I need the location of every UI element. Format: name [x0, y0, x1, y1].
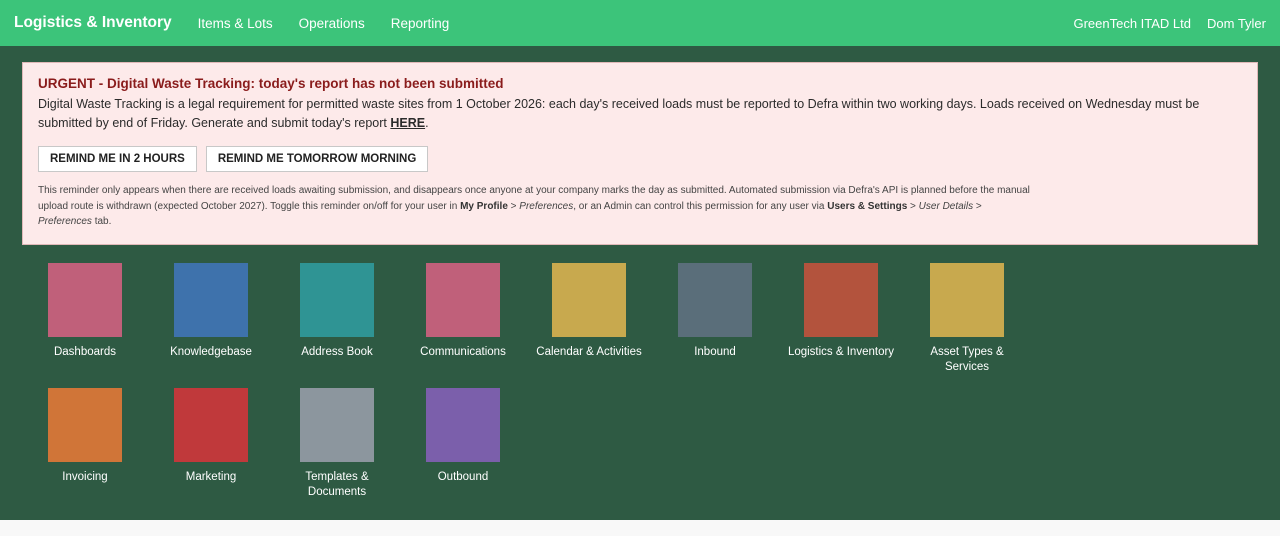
- app-label: Calendar & Activities: [536, 345, 642, 358]
- nav-items-lots[interactable]: Items & Lots: [198, 16, 273, 31]
- outbound-icon: [426, 387, 500, 462]
- nav-reporting[interactable]: Reporting: [391, 16, 450, 31]
- app-label: Templates & Documents: [305, 470, 369, 498]
- app-label: Outbound: [437, 470, 489, 483]
- alert-body-text: Digital Waste Tracking is a legal requir…: [38, 97, 1200, 130]
- address-book-icon: [300, 262, 374, 337]
- note-text-3: , or an Admin can control this permissio…: [573, 200, 828, 212]
- note-preferences: Preferences: [519, 200, 574, 212]
- note-preferences-2: Preferences: [38, 216, 92, 227]
- company-switcher[interactable]: GreenTech ITAD Ltd: [1073, 16, 1191, 31]
- report-link[interactable]: HERE: [390, 116, 425, 130]
- app-brand[interactable]: Logistics & Inventory: [14, 14, 172, 32]
- app-asset-types-services[interactable]: Asset Types & Services: [904, 262, 1030, 388]
- note-sep-2: >: [907, 200, 919, 212]
- app-grid: Dashboards Knowledgebase Address Book Co…: [22, 262, 1152, 513]
- alert-buttons: REMIND ME IN 2 HOURS REMIND ME TOMORROW …: [38, 146, 1242, 172]
- remind-tomorrow-button[interactable]: REMIND ME TOMORROW MORNING: [205, 146, 429, 172]
- logistics-icon: [804, 262, 878, 337]
- urgent-alert: URGENT - Digital Waste Tracking: today's…: [22, 62, 1258, 245]
- app-templates-documents[interactable]: Templates & Documents: [274, 387, 400, 513]
- app-dashboards[interactable]: Dashboards: [22, 262, 148, 388]
- app-label: Invoicing: [62, 470, 108, 483]
- asset-types-icon: [930, 262, 1004, 337]
- alert-note: This reminder only appears when there ar…: [38, 183, 1038, 230]
- app-label: Marketing: [185, 470, 237, 483]
- knowledgebase-icon: [174, 262, 248, 337]
- app-label: Asset Types & Services: [930, 345, 1004, 373]
- app-invoicing[interactable]: Invoicing: [22, 387, 148, 513]
- app-label: Communications: [420, 345, 506, 358]
- note-sep-1: >: [507, 200, 520, 212]
- note-text-6: tab.: [91, 216, 112, 227]
- invoicing-icon: [48, 387, 122, 462]
- app-address-book[interactable]: Address Book: [274, 262, 400, 388]
- app-calendar-activities[interactable]: Calendar & Activities: [526, 262, 652, 388]
- app-label: Address Book: [301, 345, 373, 358]
- top-navbar: Logistics & Inventory Items & Lots Opera…: [0, 0, 1280, 46]
- note-user-details: User Details: [918, 200, 974, 212]
- alert-body: Digital Waste Tracking is a legal requir…: [38, 95, 1242, 133]
- alert-title: URGENT - Digital Waste Tracking: today's…: [38, 76, 504, 91]
- user-menu[interactable]: Dom Tyler: [1207, 16, 1266, 31]
- main-content: URGENT - Digital Waste Tracking: today's…: [0, 46, 1280, 520]
- templates-icon: [300, 387, 374, 462]
- app-communications[interactable]: Communications: [400, 262, 526, 388]
- app-label: Dashboards: [53, 345, 116, 358]
- calendar-icon: [552, 262, 626, 337]
- alert-body-end: .: [425, 116, 429, 130]
- app-marketing[interactable]: Marketing: [148, 387, 274, 513]
- app-logistics-inventory[interactable]: Logistics & Inventory: [778, 262, 904, 388]
- communications-icon: [426, 262, 500, 337]
- remind-2-hours-button[interactable]: REMIND ME IN 2 HOURS: [38, 146, 197, 172]
- app-label: Knowledgebase: [170, 345, 252, 358]
- note-sep-3: >: [973, 200, 982, 212]
- nav-right: GreenTech ITAD Ltd Dom Tyler: [1057, 16, 1266, 31]
- app-knowledgebase[interactable]: Knowledgebase: [148, 262, 274, 388]
- inbound-icon: [678, 262, 752, 337]
- app-outbound[interactable]: Outbound: [400, 387, 526, 513]
- note-users-settings: Users & Settings: [827, 200, 908, 212]
- note-my-profile: My Profile: [460, 200, 508, 212]
- nav-operations[interactable]: Operations: [299, 16, 365, 31]
- app-inbound[interactable]: Inbound: [652, 262, 778, 388]
- marketing-icon: [174, 387, 248, 462]
- app-label: Inbound: [694, 345, 736, 358]
- app-label: Logistics & Inventory: [787, 345, 895, 358]
- dashboards-icon: [48, 262, 122, 337]
